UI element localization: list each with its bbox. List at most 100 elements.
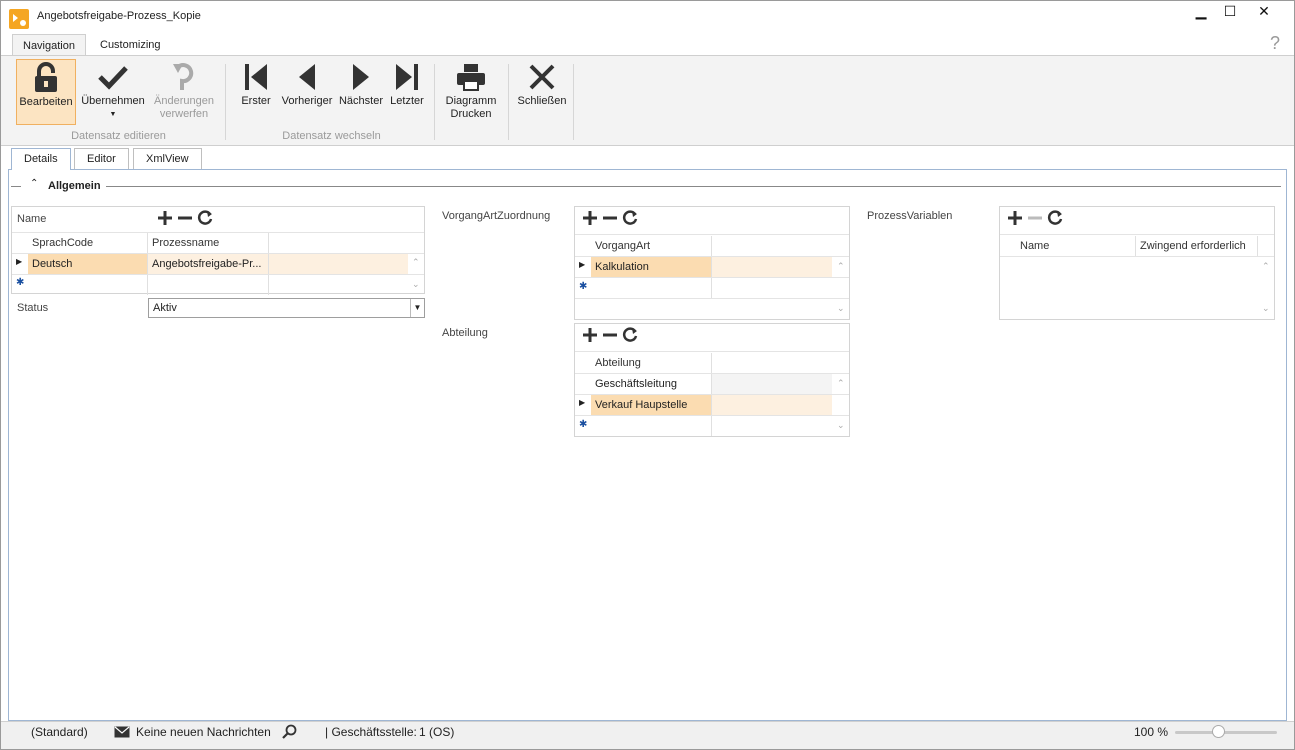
skip-last-icon — [387, 59, 427, 95]
next-icon — [337, 59, 385, 95]
tab-details[interactable]: Details — [11, 148, 71, 170]
name-grid-toolbar — [156, 209, 214, 227]
ribbon-separator — [225, 64, 226, 140]
scroll-up-icon[interactable]: ⌃ — [837, 261, 845, 272]
remove-icon[interactable] — [176, 209, 194, 227]
chevron-down-icon[interactable]: ▼ — [410, 299, 424, 317]
table-cell[interactable]: Verkauf Haupstelle — [591, 395, 712, 415]
refresh-icon[interactable] — [196, 209, 214, 227]
discard-changes-button[interactable]: Änderungen verwerfen — [151, 59, 217, 125]
abteilung-label: Abteilung — [442, 327, 488, 339]
scroll-up-icon[interactable]: ⌃ — [1262, 261, 1270, 272]
messages-status[interactable]: Keine neuen Nachrichten — [136, 725, 271, 739]
table-cell[interactable]: Kalkulation — [591, 257, 712, 277]
remove-icon[interactable] — [601, 326, 619, 344]
tab-editor[interactable]: Editor — [74, 148, 129, 169]
vorgangart-grid: VorgangArt ▶ Kalkulation ✱ ⌃ ⌄ — [574, 206, 850, 320]
add-icon[interactable] — [156, 209, 174, 227]
table-cell[interactable] — [591, 416, 712, 436]
table-cell — [269, 254, 408, 274]
ribbon-separator — [508, 64, 509, 140]
table-cell[interactable]: Geschäftsleitung — [591, 374, 712, 394]
zoom-slider-track[interactable] — [1175, 731, 1277, 734]
refresh-icon[interactable] — [621, 326, 639, 344]
refresh-icon[interactable] — [1046, 209, 1064, 227]
close-icon — [515, 59, 569, 95]
apply-button[interactable]: Übernehmen ▼ — [79, 59, 147, 125]
column-header-zwingend[interactable]: Zwingend erforderlich — [1136, 236, 1258, 256]
column-header-prozessname[interactable]: Prozessname — [148, 233, 269, 253]
next-record-button[interactable]: Nächster — [337, 59, 385, 125]
table-cell[interactable]: Angebotsfreigabe-Pr... — [148, 254, 269, 274]
discard-label-line2: verwerfen — [159, 108, 209, 120]
table-cell — [712, 374, 832, 394]
previous-record-button[interactable]: Vorheriger — [279, 59, 335, 125]
column-header-vorgangart[interactable]: VorgangArt — [591, 236, 712, 256]
first-record-button[interactable]: Erster — [237, 59, 275, 125]
print-diagram-button[interactable]: Diagramm Drucken — [441, 59, 501, 125]
new-row-icon: ✱ — [579, 419, 588, 430]
remove-icon[interactable] — [601, 209, 619, 227]
previous-label: Vorheriger — [281, 95, 333, 107]
status-label: Status — [17, 302, 49, 314]
previous-icon — [279, 59, 335, 95]
zoom-level: 100 % — [1134, 725, 1169, 739]
add-icon[interactable] — [581, 209, 599, 227]
scroll-down-icon[interactable]: ⌄ — [412, 279, 420, 290]
scroll-down-icon[interactable]: ⌄ — [837, 420, 845, 431]
undo-icon — [151, 59, 217, 95]
name-grid: Name SprachCode Prozessname ▶ Deutsch An… — [11, 206, 425, 295]
tab-xmlview[interactable]: XmlView — [133, 148, 202, 169]
column-header-name[interactable]: Name — [1016, 236, 1136, 256]
discard-label-line1: Änderungen — [154, 95, 214, 107]
window-title: Angebotsfreigabe-Prozess_Kopie — [37, 10, 201, 22]
dropdown-arrow-icon[interactable]: ▼ — [79, 108, 147, 121]
section-divider — [106, 186, 1281, 187]
tab-customizing[interactable]: Customizing — [90, 34, 171, 57]
table-cell[interactable]: Deutsch — [28, 254, 148, 274]
vorgangart-toolbar — [581, 209, 639, 227]
table-cell[interactable] — [591, 278, 712, 298]
edit-button[interactable]: Bearbeiten — [16, 59, 76, 125]
close-record-button[interactable]: Schließen — [515, 59, 569, 125]
section-title: Allgemein — [48, 180, 101, 192]
prozessvariablen-toolbar — [1006, 209, 1064, 227]
table-cell[interactable] — [148, 275, 269, 295]
new-row-icon: ✱ — [16, 277, 25, 288]
scroll-up-icon[interactable]: ⌃ — [837, 378, 845, 389]
maximize-button[interactable]: ☐ — [1215, 4, 1245, 22]
zoom-slider-thumb[interactable] — [1211, 725, 1225, 738]
row-indicator-icon: ▶ — [579, 260, 586, 269]
help-icon[interactable]: ? — [1270, 33, 1280, 54]
close-window-button[interactable]: ✕ — [1249, 4, 1279, 22]
scroll-up-icon[interactable]: ⌃ — [412, 257, 420, 268]
table-cell — [712, 395, 832, 415]
search-icon[interactable] — [281, 724, 297, 743]
add-icon[interactable] — [581, 326, 599, 344]
last-record-button[interactable]: Letzter — [387, 59, 427, 125]
refresh-icon[interactable] — [621, 209, 639, 227]
collapse-chevron-icon[interactable]: ⌃ — [30, 178, 38, 189]
close-label: Schließen — [517, 95, 567, 107]
minimize-button[interactable]: ▁ — [1186, 4, 1216, 22]
unlock-icon — [17, 60, 75, 96]
section-divider — [11, 186, 21, 187]
table-cell[interactable] — [28, 275, 148, 295]
mail-icon — [114, 726, 130, 741]
row-indicator-icon: ▶ — [16, 257, 23, 266]
tab-navigation[interactable]: Navigation — [12, 34, 86, 57]
scroll-down-icon[interactable]: ⌄ — [837, 303, 845, 314]
apply-label: Übernehmen — [81, 95, 145, 107]
column-header-abteilung[interactable]: Abteilung — [591, 353, 712, 373]
status-select[interactable]: Aktiv ▼ — [148, 298, 425, 318]
abteilung-grid: Abteilung Geschäftsleitung ▶ Verkauf Hau… — [574, 323, 850, 437]
print-label-line1: Diagramm — [445, 95, 497, 107]
add-icon[interactable] — [1006, 209, 1024, 227]
layout-standard-label[interactable]: (Standard) — [31, 725, 88, 739]
prozessvariablen-label: ProzessVariablen — [867, 210, 953, 222]
new-row-icon: ✱ — [579, 281, 588, 292]
scroll-down-icon[interactable]: ⌄ — [1262, 303, 1270, 314]
row-indicator-icon: ▶ — [579, 398, 586, 407]
column-header-sprachcode[interactable]: SprachCode — [28, 233, 148, 253]
abteilung-toolbar — [581, 326, 639, 344]
